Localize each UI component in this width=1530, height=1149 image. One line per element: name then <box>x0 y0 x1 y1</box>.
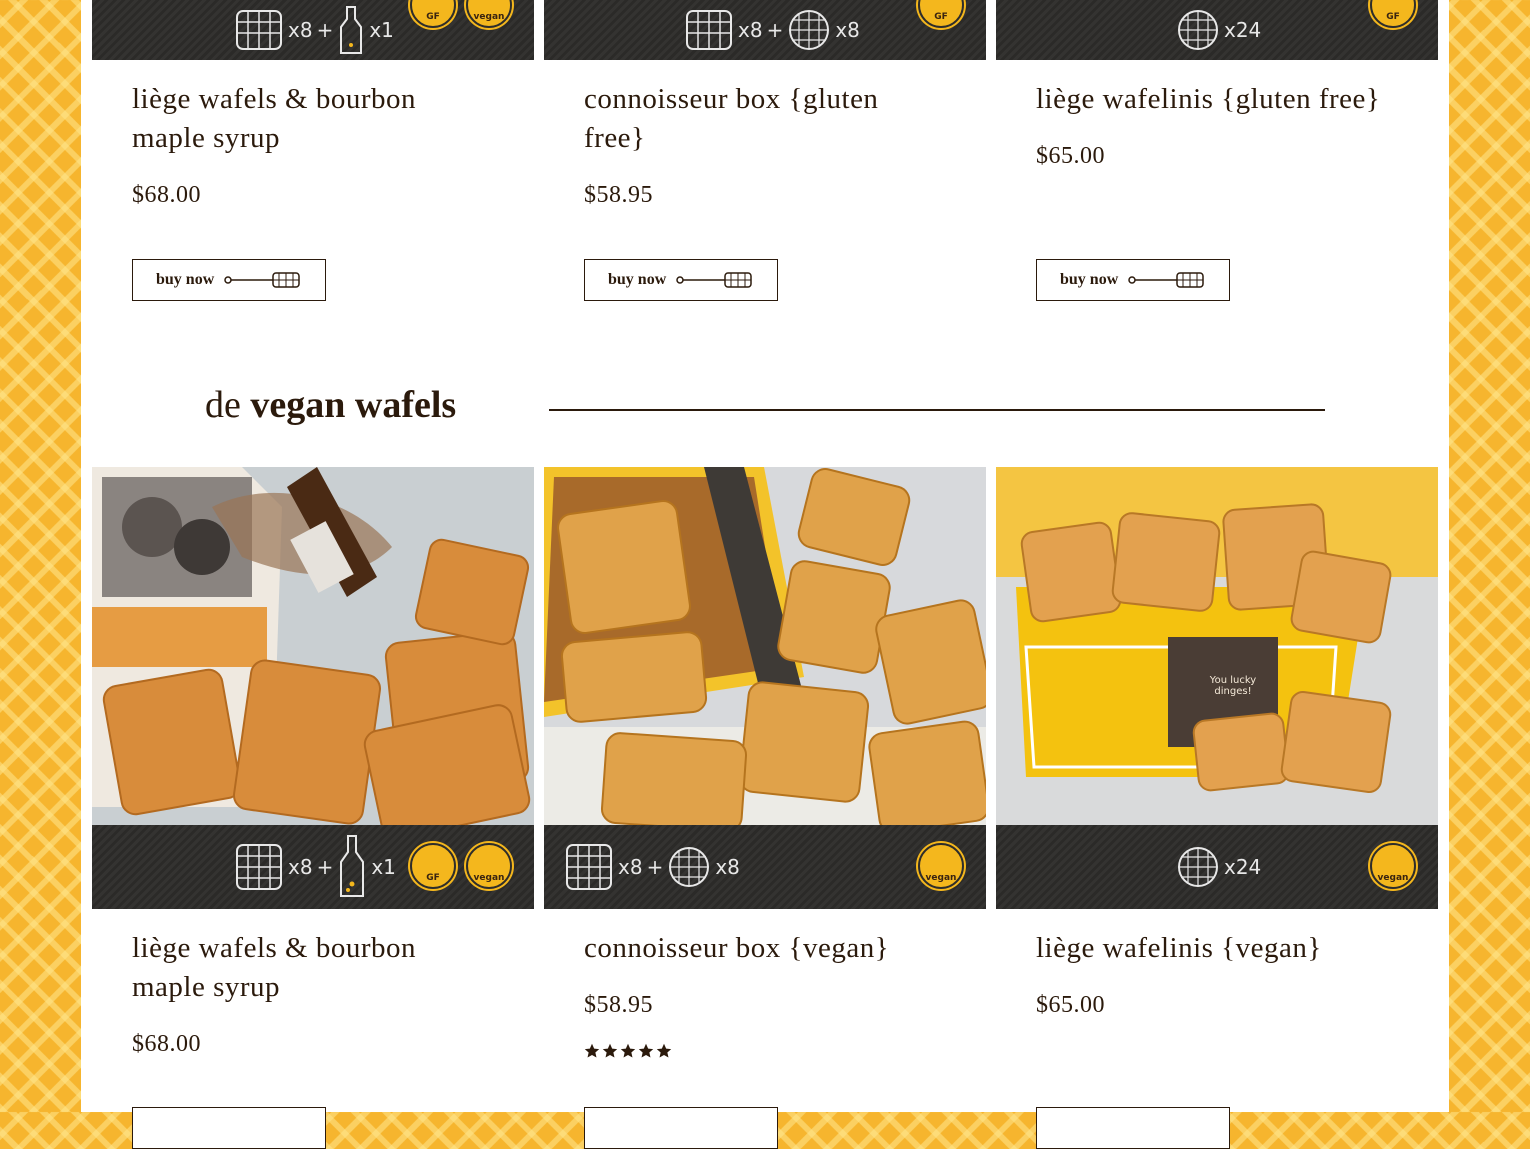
product-price: $58.95 <box>584 992 653 1018</box>
quantity-labels: x8 + x1 <box>234 834 396 900</box>
bottle-icon <box>340 6 363 54</box>
product-image-gf-2[interactable]: x8 + x8 GF <box>544 0 986 60</box>
quantity-labels: x24 <box>1176 8 1261 52</box>
buy-now-button[interactable]: buy now <box>1036 259 1230 301</box>
star-icon <box>602 1043 618 1058</box>
star-icon <box>656 1043 672 1058</box>
product-image-vegan-1[interactable]: x8 + x1 GF vegan <box>92 467 534 909</box>
qty-label: x24 <box>1224 855 1262 879</box>
waffle-round-icon <box>669 847 710 887</box>
gf-badge-icon: GF <box>1370 0 1416 28</box>
gf-badge-icon: GF <box>410 0 456 28</box>
qty-label: x8 <box>618 855 643 879</box>
product-price: $58.95 <box>584 182 653 208</box>
buy-now-button[interactable]: buy now <box>584 259 778 301</box>
star-icon <box>620 1043 636 1058</box>
product-icon-band: x8 + x1 GF vegan <box>92 0 534 60</box>
product-photo <box>996 467 1438 825</box>
waffle-iron-icon <box>1128 272 1204 288</box>
bottle-icon <box>340 835 365 897</box>
waffle-iron-icon <box>676 272 752 288</box>
waffle-round-icon <box>1178 847 1218 887</box>
product-title[interactable]: connoisseur box {gluten free} <box>584 80 924 158</box>
product-icon-band: x24 GF <box>996 0 1438 60</box>
vegan-badge-icon: vegan <box>918 843 964 889</box>
quantity-labels: x8 + x8 <box>564 837 740 897</box>
buy-now-label: buy now <box>608 271 667 288</box>
qty-plus: + <box>316 855 334 879</box>
qty-label: x8 <box>288 18 313 42</box>
qty-label: x1 <box>369 18 394 42</box>
product-price: $65.00 <box>1036 992 1105 1018</box>
qty-label: x8 <box>288 855 313 879</box>
qty-label: x8 <box>715 855 740 879</box>
buy-now-button[interactable] <box>584 1107 778 1149</box>
buy-now-label: buy now <box>1060 271 1119 288</box>
product-title[interactable]: liège wafelinis {gluten free} <box>1036 80 1416 119</box>
waffle-icon <box>566 844 612 890</box>
heading-prefix: de <box>205 384 241 426</box>
waffle-round-icon <box>789 10 830 50</box>
qty-label: x8 <box>738 18 763 42</box>
star-rating <box>584 1043 672 1059</box>
star-icon <box>638 1043 654 1058</box>
vegan-badge-icon: vegan <box>466 0 512 28</box>
product-image-gf-3[interactable]: x24 GF <box>996 0 1438 60</box>
product-image-vegan-3[interactable]: You lucky dinges! x24 vegan <box>996 467 1438 909</box>
qty-label: x8 <box>835 18 860 42</box>
product-icon-band: x24 vegan <box>996 825 1438 909</box>
waffle-icon <box>686 10 732 50</box>
product-icon-band: x8 + x8 vegan <box>544 825 986 909</box>
gf-badge-icon: GF <box>918 0 964 28</box>
waffle-icon <box>236 10 282 50</box>
qty-label: x1 <box>371 855 396 879</box>
buy-now-button[interactable] <box>132 1107 326 1149</box>
waffle-iron-icon <box>224 272 300 288</box>
qty-plus: + <box>316 18 334 42</box>
waffle-icon <box>236 844 282 890</box>
product-price: $68.00 <box>132 1031 201 1057</box>
heading-divider <box>549 409 1325 411</box>
product-title[interactable]: liège wafelinis {vegan} <box>1036 929 1416 968</box>
star-icon <box>584 1043 600 1058</box>
product-title[interactable]: liège wafels & bourbon maple syrup <box>132 929 472 1007</box>
product-price: $65.00 <box>1036 143 1105 169</box>
buy-now-label: buy now <box>156 271 215 288</box>
box-text: You lucky dinges! <box>1209 675 1257 697</box>
waffle-round-icon <box>1178 10 1218 50</box>
qty-label: x24 <box>1224 18 1262 42</box>
quantity-labels: x24 <box>1176 842 1261 892</box>
gf-badge-icon: GF <box>410 843 456 889</box>
product-photo <box>544 467 986 825</box>
product-price: $68.00 <box>132 182 201 208</box>
vegan-badge-icon: vegan <box>466 843 512 889</box>
product-title[interactable]: liège wafels & bourbon maple syrup <box>132 80 472 158</box>
vegan-badge-icon: vegan <box>1370 843 1416 889</box>
product-title[interactable]: connoisseur box {vegan} <box>584 929 984 968</box>
product-icon-band: x8 + x1 GF vegan <box>92 825 534 909</box>
buy-now-button[interactable]: buy now <box>132 259 326 301</box>
qty-plus: + <box>646 855 664 879</box>
qty-plus: + <box>766 18 784 42</box>
section-heading: de vegan wafels <box>205 383 456 427</box>
product-photo <box>92 467 534 825</box>
product-icon-band: x8 + x8 GF <box>544 0 986 60</box>
quantity-labels: x8 + x1 <box>234 5 394 55</box>
product-image-vegan-2[interactable]: x8 + x8 vegan <box>544 467 986 909</box>
product-image-gf-1[interactable]: x8 + x1 GF vegan <box>92 0 534 60</box>
quantity-labels: x8 + x8 <box>684 8 860 52</box>
page-content: x8 + x1 GF vegan liège wafels & bourbon … <box>81 0 1449 1149</box>
buy-now-button[interactable] <box>1036 1107 1230 1149</box>
heading-bold: vegan wafels <box>250 384 457 426</box>
